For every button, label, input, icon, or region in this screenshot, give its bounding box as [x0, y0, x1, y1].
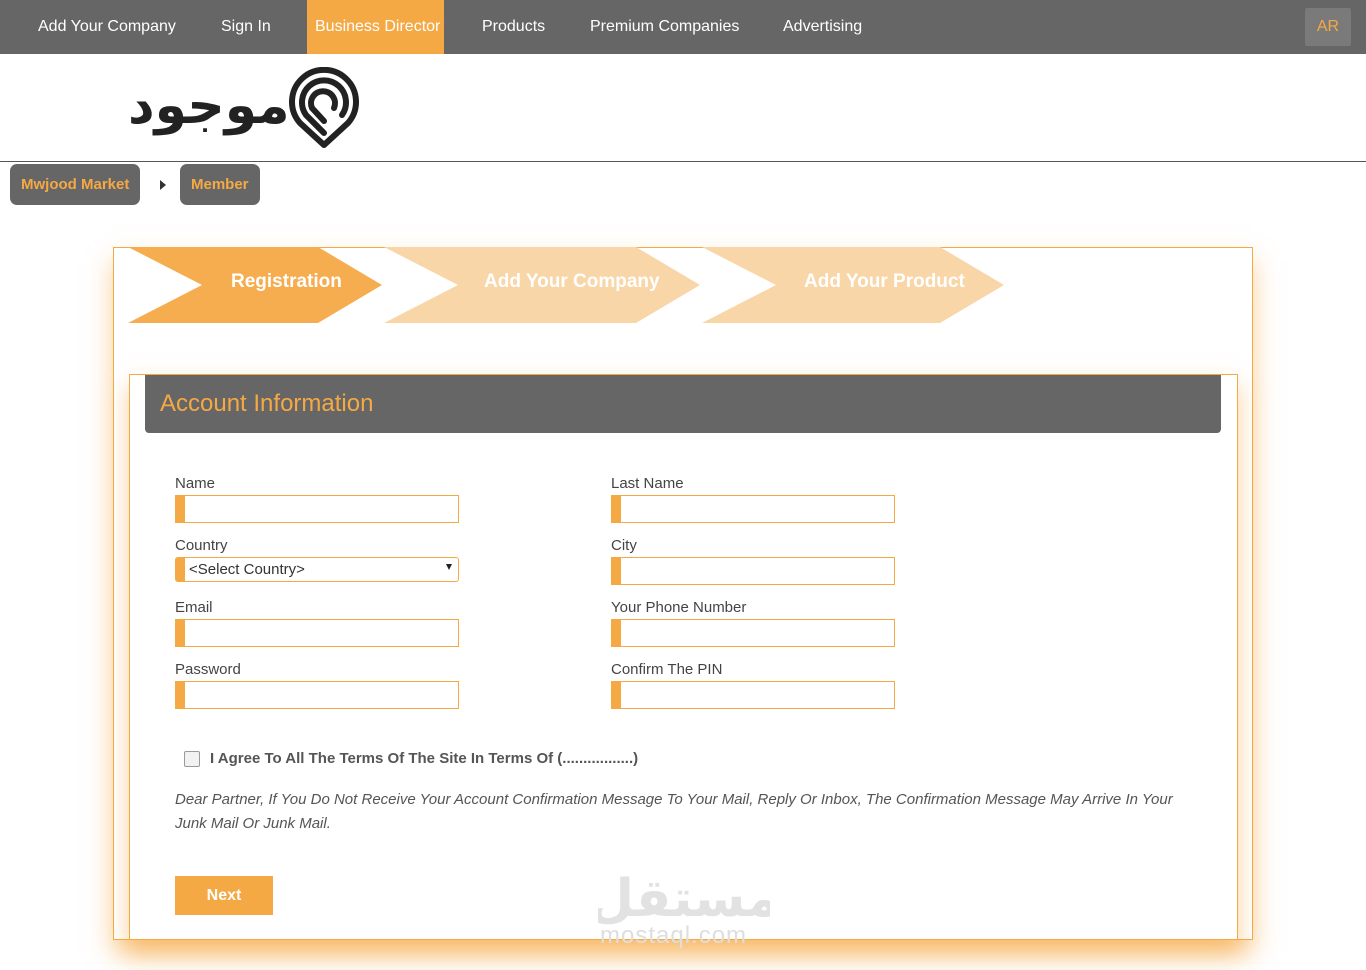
password-input[interactable] [175, 681, 459, 709]
last-name-input[interactable] [611, 495, 895, 523]
password-label: Password [175, 661, 241, 678]
city-input[interactable] [611, 557, 895, 585]
step-add-company-label: Add Your Company [484, 271, 660, 292]
next-button[interactable]: Next [175, 876, 273, 915]
caret-right-icon [160, 180, 166, 190]
watermark-subtext: mostaql.com [600, 922, 748, 949]
section-title: Account Information [160, 390, 374, 417]
country-label: Country [175, 537, 228, 554]
country-select-value: <Select Country> [189, 561, 305, 578]
location-pin-logo-icon[interactable] [262, 67, 362, 151]
confirm-pin-label: Confirm The PIN [611, 661, 723, 678]
country-select[interactable]: <Select Country> [175, 557, 459, 582]
last-name-label: Last Name [611, 475, 684, 492]
dropdown-arrow-icon [446, 564, 452, 570]
nav-products[interactable]: Products [482, 0, 545, 54]
step-add-product-label: Add Your Product [804, 271, 965, 292]
language-toggle-button[interactable]: AR [1305, 8, 1351, 46]
nav-premium-companies[interactable]: Premium Companies [590, 0, 739, 54]
terms-label: I Agree To All The Terms Of The Site In … [210, 750, 639, 767]
city-label: City [611, 537, 637, 554]
step-registration-label: Registration [231, 271, 342, 292]
nav-add-your-company[interactable]: Add Your Company [38, 0, 176, 54]
terms-checkbox[interactable] [184, 751, 200, 767]
nav-sign-in[interactable]: Sign In [221, 0, 271, 54]
nav-business-director[interactable]: Business Director [307, 0, 444, 54]
confirm-pin-input[interactable] [611, 681, 895, 709]
name-label: Name [175, 475, 216, 492]
phone-input[interactable] [611, 619, 895, 647]
logo-area: موجود [0, 54, 1366, 162]
watermark-text: مستقل [598, 869, 770, 929]
nav-advertising[interactable]: Advertising [783, 0, 862, 54]
confirmation-notice: Dear Partner, If You Do Not Receive Your… [175, 791, 1173, 832]
email-input[interactable] [175, 619, 459, 647]
breadcrumb-member[interactable]: Member [180, 164, 260, 205]
email-label: Email [175, 599, 213, 616]
top-nav: Add Your Company Sign In Business Direct… [0, 0, 1366, 54]
name-input[interactable] [175, 495, 459, 523]
phone-label: Your Phone Number [611, 599, 747, 616]
breadcrumb-mwjood-market[interactable]: Mwjood Market [10, 164, 141, 205]
account-information-panel [129, 374, 1238, 940]
